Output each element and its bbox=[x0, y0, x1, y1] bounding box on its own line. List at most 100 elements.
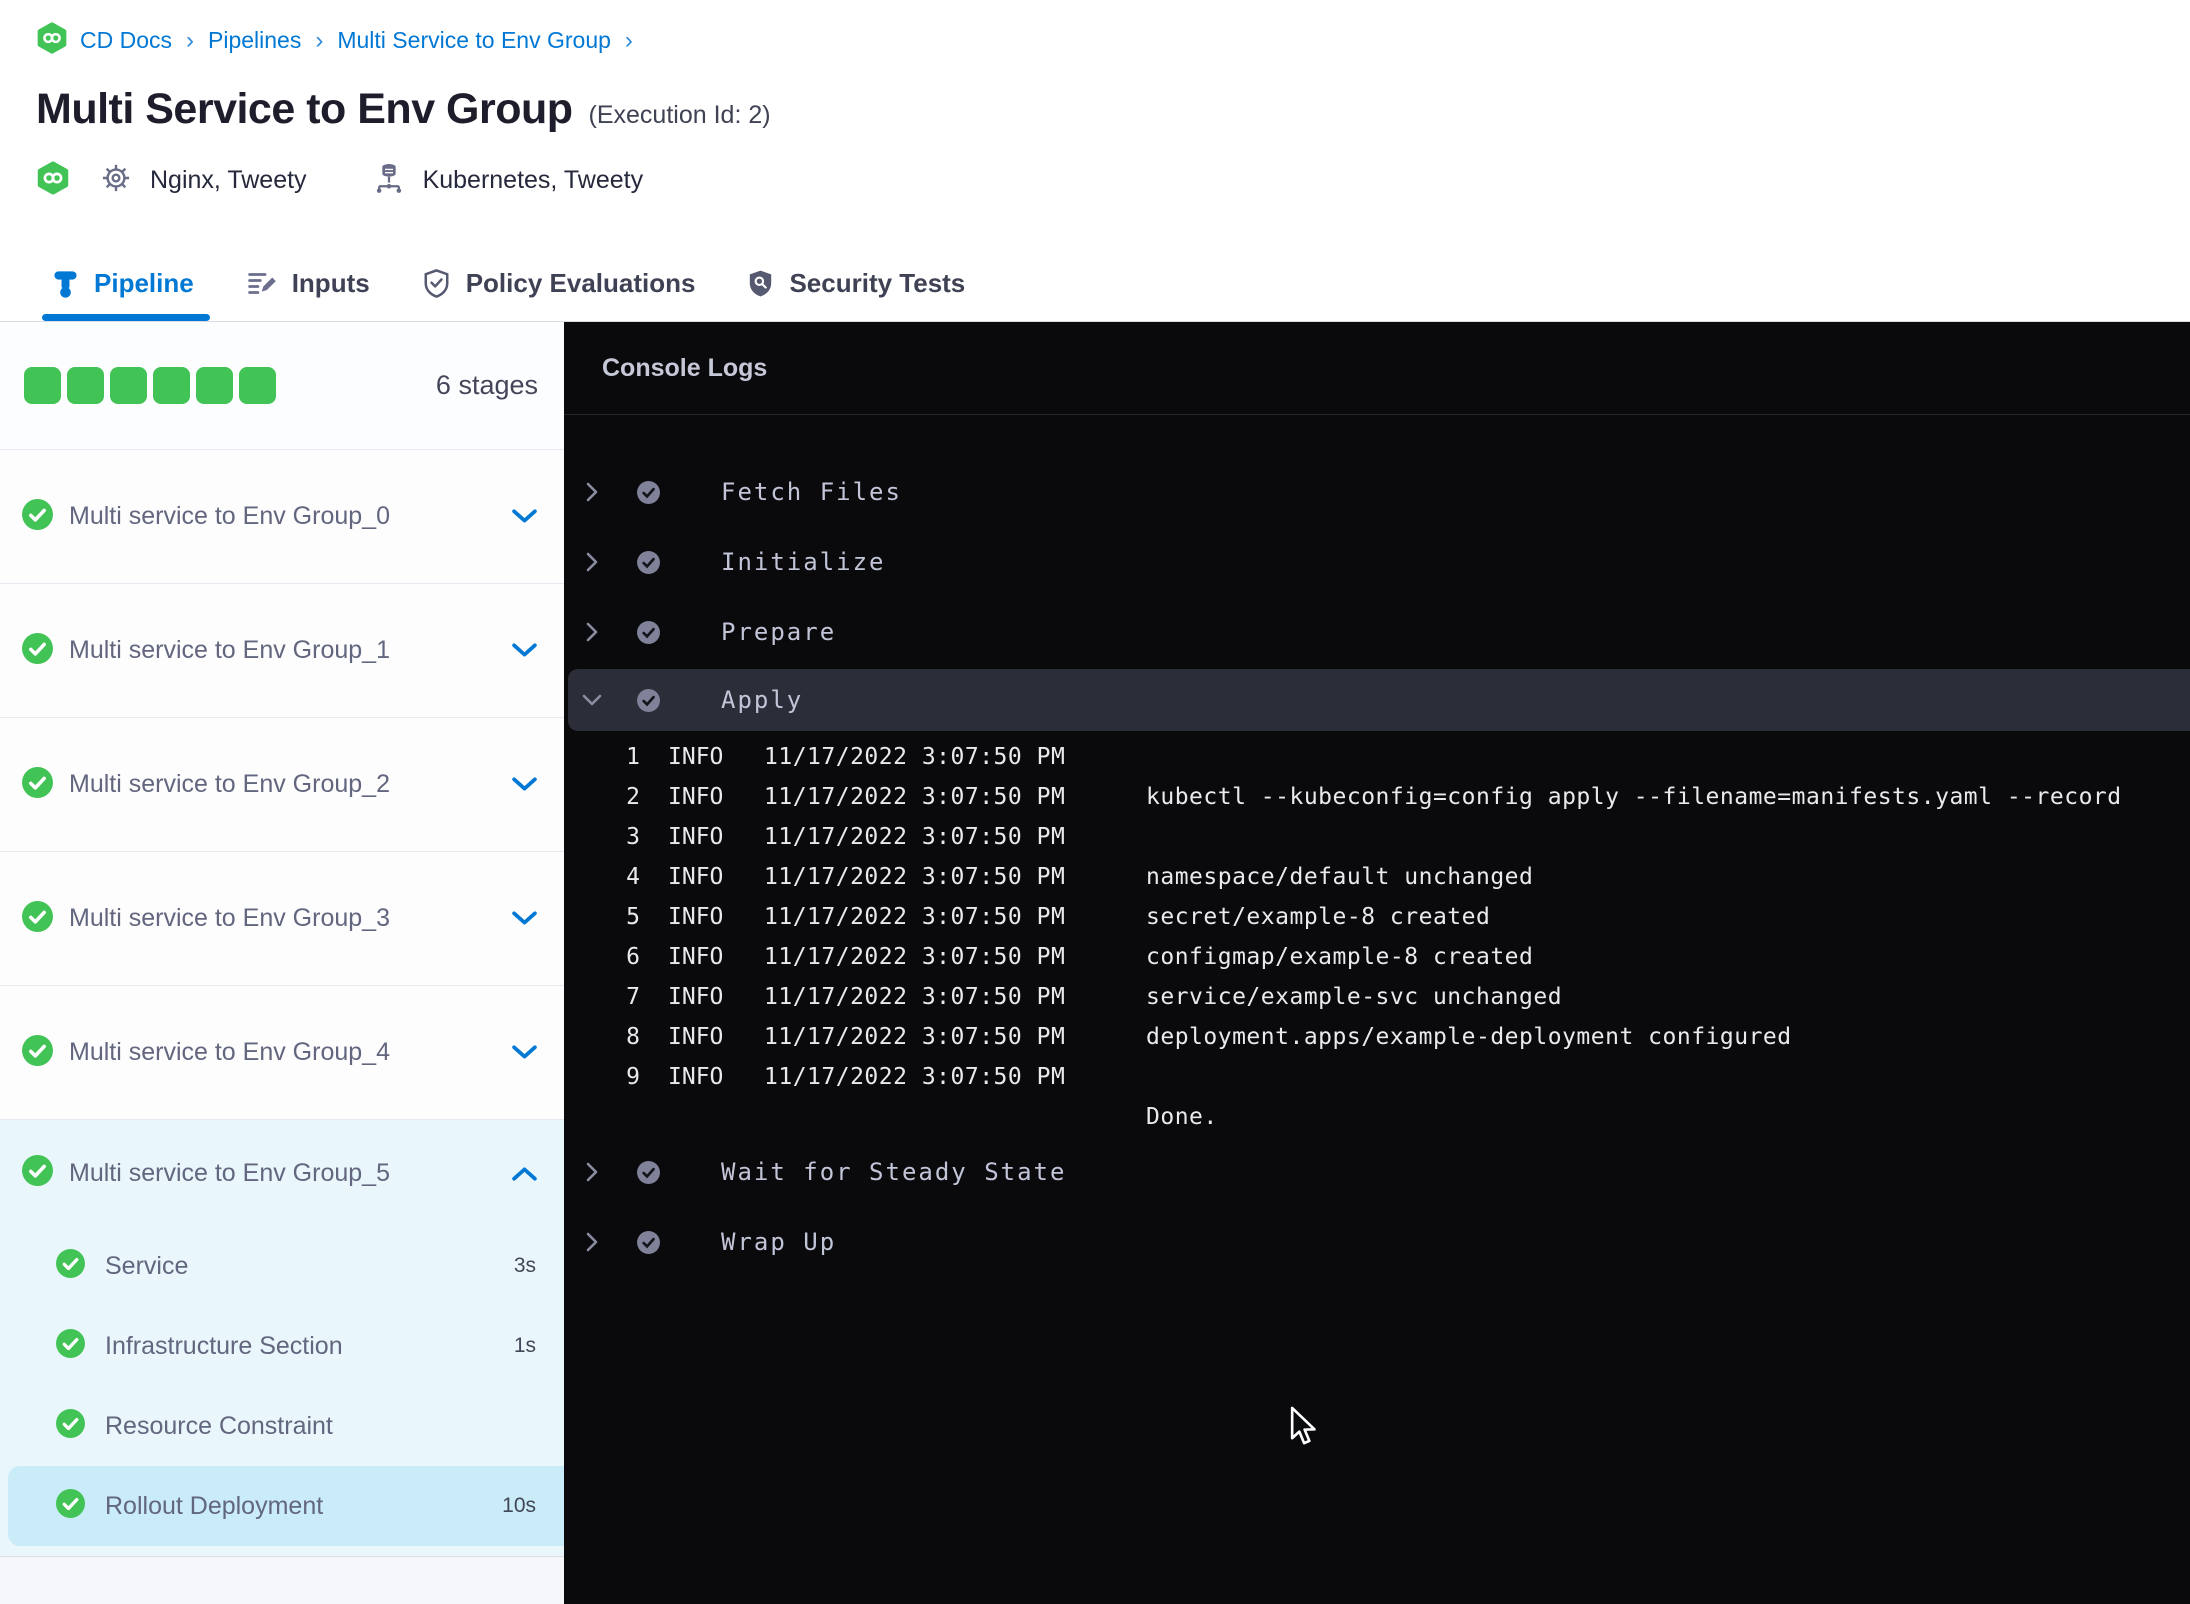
breadcrumb-link-cd-docs[interactable]: CD Docs bbox=[80, 27, 172, 54]
log-line: 6 INFO 11/17/2022 3:07:50 PM configmap/exam… bbox=[564, 937, 2190, 977]
console-logs-title: Console Logs bbox=[564, 322, 2190, 415]
log-message: Done. bbox=[1146, 1104, 1218, 1130]
chevron-right-icon[interactable] bbox=[580, 1231, 604, 1253]
log-timestamp: 11/17/2022 3:07:50 PM bbox=[764, 744, 1066, 770]
chevron-down-icon[interactable] bbox=[511, 508, 538, 525]
tab-pipeline[interactable]: Pipeline bbox=[42, 245, 210, 321]
log-line: 7 INFO 11/17/2022 3:07:50 PM service/exampl… bbox=[564, 977, 2190, 1017]
tab-label: Inputs bbox=[291, 267, 370, 298]
log-level bbox=[668, 1097, 738, 1137]
console-step-row[interactable]: Wrap Up bbox=[564, 1207, 2190, 1277]
stage-row[interactable]: Multi service to Env Group_1 bbox=[0, 584, 564, 718]
services-label[interactable]: Nginx, Tweety bbox=[150, 166, 307, 195]
stage-step-row[interactable]: Rollout Deployment 10s bbox=[8, 1466, 564, 1546]
log-line-number: 9 bbox=[626, 1064, 640, 1090]
success-check-icon bbox=[56, 1409, 85, 1443]
console-step-name: Wait for Steady State bbox=[721, 1158, 1067, 1186]
log-level: INFO bbox=[668, 784, 724, 810]
execution-id: (Execution Id: 2) bbox=[588, 101, 771, 129]
log-timestamp: 11/17/2022 3:07:50 PM bbox=[764, 904, 1066, 930]
log-line: Done. bbox=[564, 1097, 2190, 1137]
stage-list: Multi service to Env Group_0 Multi servic… bbox=[0, 450, 564, 1556]
tab-label: Policy Evaluations bbox=[465, 267, 696, 298]
log-level: INFO bbox=[668, 824, 724, 850]
chevron-up-icon[interactable] bbox=[511, 1165, 538, 1182]
chevron-down-icon[interactable] bbox=[511, 1044, 538, 1061]
log-block: 1 INFO 11/17/2022 3:07:50 PM 2 INFO 11/17/202… bbox=[564, 737, 2190, 1137]
step-success-check-icon bbox=[636, 480, 661, 505]
breadcrumb-separator: › bbox=[624, 26, 633, 54]
success-check-icon bbox=[22, 1155, 53, 1191]
stage-progress-row: 6 stages bbox=[0, 322, 564, 450]
expanded-stage: Multi service to Env Group_5 Service 3s Inf… bbox=[0, 1120, 564, 1556]
log-message: configmap/example-8 created bbox=[1146, 944, 1534, 970]
stage-step-row[interactable]: Service 3s bbox=[0, 1226, 564, 1306]
stage-name: Multi service to Env Group_4 bbox=[69, 1038, 390, 1066]
success-check-icon bbox=[22, 498, 53, 535]
log-line: 1 INFO 11/17/2022 3:07:50 PM bbox=[564, 737, 2190, 777]
log-line-number: 2 bbox=[626, 784, 640, 810]
stage-progress-square bbox=[196, 367, 233, 404]
log-message: kubectl --kubeconfig=config apply --file… bbox=[1146, 784, 2122, 810]
stage-step-row[interactable]: Resource Constraint bbox=[0, 1386, 564, 1466]
chevron-down-icon[interactable] bbox=[580, 692, 604, 708]
page-title: Multi Service to Env Group bbox=[36, 85, 573, 133]
stage-row[interactable]: Multi service to Env Group_3 bbox=[0, 852, 564, 986]
stage-name: Multi service to Env Group_3 bbox=[69, 904, 390, 932]
console-step-row[interactable]: Fetch Files bbox=[564, 457, 2190, 527]
log-level: INFO bbox=[668, 864, 724, 890]
chevron-right-icon[interactable] bbox=[580, 621, 604, 643]
step-name: Rollout Deployment bbox=[105, 1491, 324, 1520]
console-step-row[interactable]: Apply bbox=[568, 669, 2190, 731]
console-step-name: Fetch Files bbox=[721, 478, 902, 506]
content-split: 6 stages Multi service to Env Group_0 Mul… bbox=[0, 322, 2190, 1604]
success-check-icon bbox=[56, 1329, 85, 1363]
log-message: secret/example-8 created bbox=[1146, 904, 1491, 930]
chevron-right-icon[interactable] bbox=[580, 551, 604, 573]
breadcrumb-link-pipelines[interactable]: Pipelines bbox=[208, 27, 301, 54]
stage-progress-square bbox=[24, 367, 61, 404]
environments-icon bbox=[373, 160, 405, 201]
console-step-row[interactable]: Prepare bbox=[564, 597, 2190, 667]
console-step-row[interactable]: Wait for Steady State bbox=[564, 1137, 2190, 1207]
chevron-right-icon[interactable] bbox=[580, 1161, 604, 1183]
success-check-icon bbox=[22, 766, 53, 803]
tab-inputs[interactable]: Inputs bbox=[246, 245, 370, 321]
cd-module-icon bbox=[36, 22, 68, 59]
stage-step-row[interactable]: Infrastructure Section 1s bbox=[0, 1306, 564, 1386]
breadcrumb-link-pipeline-name[interactable]: Multi Service to Env Group bbox=[337, 27, 611, 54]
chevron-down-icon[interactable] bbox=[511, 776, 538, 793]
stage-row[interactable]: Multi service to Env Group_4 bbox=[0, 986, 564, 1120]
step-duration: 1s bbox=[513, 1334, 536, 1357]
stage-row-expanded-header[interactable]: Multi service to Env Group_5 bbox=[0, 1120, 564, 1226]
panel-filler bbox=[0, 1557, 564, 1604]
title-row: Multi Service to Env Group (Execution Id… bbox=[36, 85, 2190, 134]
chevron-down-icon[interactable] bbox=[511, 642, 538, 659]
step-name: Infrastructure Section bbox=[105, 1331, 343, 1360]
tabbar: Pipeline Inputs Policy Evaluations Secur… bbox=[0, 245, 2190, 322]
step-success-check-icon bbox=[636, 620, 661, 645]
stage-name: Multi service to Env Group_1 bbox=[69, 636, 390, 664]
step-success-check-icon bbox=[636, 550, 661, 575]
stage-progress-square bbox=[110, 367, 147, 404]
cd-module-icon bbox=[36, 161, 70, 200]
log-line: 4 INFO 11/17/2022 3:07:50 PM namespace/defa… bbox=[564, 857, 2190, 897]
stage-row[interactable]: Multi service to Env Group_0 bbox=[0, 450, 564, 584]
environments-label[interactable]: Kubernetes, Tweety bbox=[423, 166, 644, 195]
stage-row[interactable]: Multi service to Env Group_2 bbox=[0, 718, 564, 852]
success-check-icon bbox=[22, 632, 53, 669]
stage-name: Multi service to Env Group_2 bbox=[69, 770, 390, 798]
tab-policy-evaluations[interactable]: Policy Evaluations bbox=[422, 245, 696, 321]
stage-count-label: 6 stages bbox=[435, 370, 538, 400]
chevron-right-icon[interactable] bbox=[580, 481, 604, 503]
log-line: 5 INFO 11/17/2022 3:07:50 PM secret/example… bbox=[564, 897, 2190, 937]
console-step-name: Apply bbox=[721, 686, 804, 714]
log-line-number: 1 bbox=[626, 744, 640, 770]
stages-panel: 6 stages Multi service to Env Group_0 Mul… bbox=[0, 322, 564, 1604]
log-line: 3 INFO 11/17/2022 3:07:50 PM bbox=[564, 817, 2190, 857]
tab-security-tests[interactable]: Security Tests bbox=[747, 245, 965, 321]
success-check-icon bbox=[56, 1249, 85, 1283]
tab-label: Pipeline bbox=[94, 267, 194, 298]
console-step-row[interactable]: Initialize bbox=[564, 527, 2190, 597]
chevron-down-icon[interactable] bbox=[511, 910, 538, 927]
